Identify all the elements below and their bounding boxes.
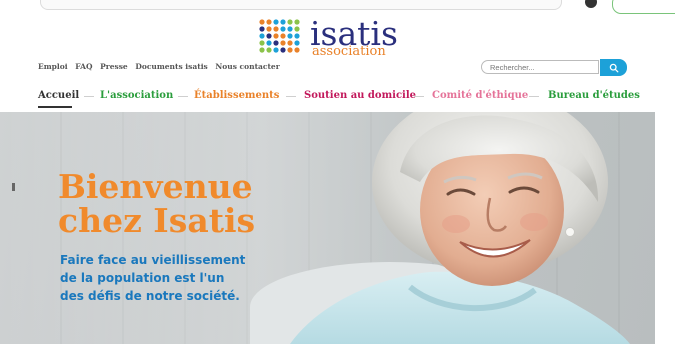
nav-separator xyxy=(286,96,296,97)
logo-tagline: association xyxy=(312,44,386,59)
hero-subtitle-line: Faire face au vieillissement xyxy=(60,253,246,267)
main-nav: Accueil L'association Établissements Sou… xyxy=(38,90,658,104)
hero-title-line: Bienvenue xyxy=(58,167,253,206)
nav-separator xyxy=(178,96,188,97)
nav-separator xyxy=(84,96,94,97)
browser-extension-button[interactable] xyxy=(612,0,675,14)
link-emploi[interactable]: Emploi xyxy=(38,62,68,71)
link-documents[interactable]: Documents isatis xyxy=(135,62,207,71)
nav-accueil[interactable]: Accueil xyxy=(38,90,79,101)
hero-photo-elderly-woman xyxy=(290,112,630,344)
link-presse[interactable]: Presse xyxy=(100,62,128,71)
site-logo[interactable]: isatis association xyxy=(258,14,398,60)
search-box xyxy=(481,59,629,76)
carousel-marker xyxy=(12,183,15,191)
link-contact[interactable]: Nous contacter xyxy=(215,62,279,71)
nav-active-indicator xyxy=(38,106,72,108)
hero-title-line: chez Isatis xyxy=(58,201,256,240)
nav-separator xyxy=(414,96,424,97)
hero-subtitle-line: des défis de notre société. xyxy=(60,289,240,303)
nav-comite-ethique[interactable]: Comité d'éthique xyxy=(432,90,528,101)
nav-etablissements[interactable]: Établissements xyxy=(194,90,279,101)
address-bar[interactable] xyxy=(40,0,562,10)
hero-title: Bienvenue chez Isatis xyxy=(58,170,255,238)
nav-soutien-domicile[interactable]: Soutien au domicile xyxy=(304,90,416,101)
profile-icon[interactable] xyxy=(585,0,597,8)
search-icon xyxy=(609,63,618,72)
nav-bureau-etudes[interactable]: Bureau d'études xyxy=(548,90,640,101)
hero-subtitle-line: de la population est l'un xyxy=(60,271,225,285)
utility-nav: Emploi FAQ Presse Documents isatis Nous … xyxy=(38,62,285,71)
page-margin xyxy=(655,14,675,344)
hero-subtitle: Faire face au vieillissement de la popul… xyxy=(60,251,300,305)
search-button[interactable] xyxy=(600,59,627,76)
search-input[interactable] xyxy=(481,60,599,74)
browser-toolbar xyxy=(0,0,675,14)
nav-separator xyxy=(529,96,539,97)
link-faq[interactable]: FAQ xyxy=(75,62,92,71)
logo-dots-icon xyxy=(259,19,300,53)
nav-association[interactable]: L'association xyxy=(100,90,173,101)
